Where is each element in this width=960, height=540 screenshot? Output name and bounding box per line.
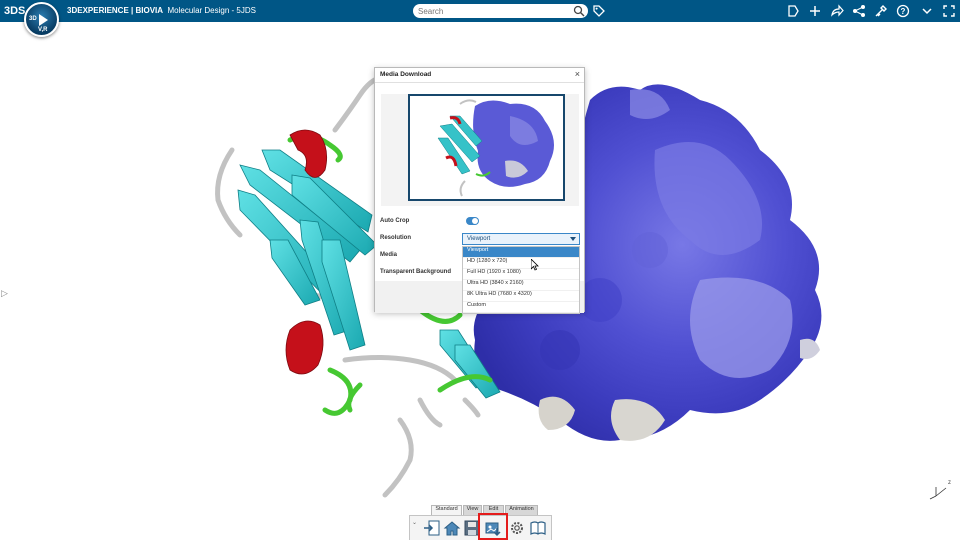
3ds-logo-icon[interactable]: 3DS <box>4 3 25 19</box>
auto-crop-label: Auto Crop <box>380 218 410 224</box>
axis-z-label: z <box>948 480 951 486</box>
svg-text:?: ? <box>901 7 906 16</box>
highlight-box <box>478 513 508 540</box>
resolution-label: Resolution <box>380 235 411 241</box>
top-bar: 3DS 3DEXPERIENCE | BIOVIA Molecular Desi… <box>0 0 960 22</box>
auto-crop-toggle[interactable] <box>466 217 479 225</box>
app-title-label: Molecular Design - 5JDS <box>167 6 256 15</box>
resolution-option[interactable]: HD (1280 x 720) <box>463 258 579 269</box>
settings-icon[interactable] <box>508 519 526 537</box>
resolution-option[interactable]: 8K Ultra HD (7680 x 4320) <box>463 291 579 302</box>
close-icon[interactable]: × <box>575 69 580 79</box>
mouse-pointer-icon <box>531 259 539 271</box>
axis-indicator: z <box>926 478 956 500</box>
bookmark-icon[interactable] <box>786 4 800 18</box>
collapse-chevron-icon[interactable]: ⌄ <box>412 519 420 527</box>
book-icon[interactable] <box>529 519 547 537</box>
tab-standard[interactable]: Standard <box>431 505 462 515</box>
left-panel-arrow-icon[interactable]: ▷ <box>1 288 8 299</box>
fullscreen-icon[interactable] <box>942 4 956 18</box>
network-icon[interactable] <box>852 4 866 18</box>
preview-image <box>408 94 565 201</box>
media-download-dialog: Media Download × Auto Crop Resolution Vi… <box>374 67 585 314</box>
home-icon[interactable] <box>443 519 461 537</box>
resolution-option[interactable]: Custom <box>463 302 579 313</box>
caret-down-icon <box>570 237 576 241</box>
search-input[interactable] <box>413 4 588 18</box>
dialog-title: Media Download <box>380 71 432 78</box>
resolution-option[interactable]: Ultra HD (3840 x 2160) <box>463 280 579 291</box>
share-icon[interactable] <box>830 4 844 18</box>
compass-button[interactable]: 3D V,R <box>24 2 59 37</box>
app-title: 3DEXPERIENCE | BIOVIA Molecular Design -… <box>67 0 256 22</box>
play-icon <box>39 14 48 26</box>
preview-panel <box>381 94 579 206</box>
transparent-background-label: Transparent Background <box>380 269 452 275</box>
media-label: Media <box>380 252 398 258</box>
resolution-value: Viewport <box>467 236 491 242</box>
resolution-option[interactable]: Viewport <box>463 247 579 258</box>
tab-animation[interactable]: Animation <box>505 505 538 515</box>
tools-icon[interactable] <box>874 4 888 18</box>
compass-vr-label: V,R <box>38 27 48 33</box>
search-icon[interactable] <box>573 5 585 17</box>
compass-3d-label: 3D <box>29 16 37 22</box>
plus-icon[interactable] <box>808 4 822 18</box>
chevron-down-icon[interactable] <box>920 4 934 18</box>
help-icon[interactable]: ? <box>896 4 910 18</box>
tag-icon[interactable] <box>592 4 605 17</box>
resolution-dropdown-list: Viewport HD (1280 x 720) Full HD (1920 x… <box>462 246 580 314</box>
resolution-option[interactable]: Full HD (1920 x 1080) <box>463 269 579 280</box>
brand-label: 3DEXPERIENCE | BIOVIA <box>67 6 164 15</box>
resolution-select[interactable]: Viewport <box>462 233 580 245</box>
import-icon[interactable] <box>423 519 441 537</box>
dialog-divider <box>375 82 584 83</box>
